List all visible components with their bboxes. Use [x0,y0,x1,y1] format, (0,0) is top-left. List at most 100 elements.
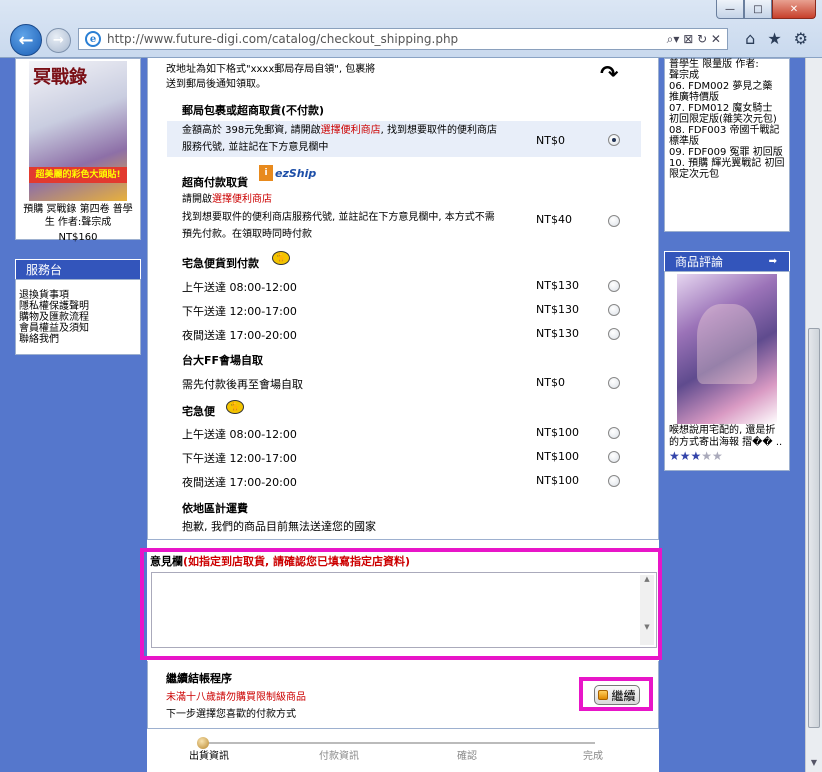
home-icon[interactable]: ⌂ [745,29,755,48]
address-bar[interactable]: e http://www.future-digi.com/catalog/che… [78,28,728,50]
cod-morning-label: 上午送達 08:00-12:00 [182,281,297,294]
cod-morning-radio[interactable] [608,280,620,292]
list-item[interactable]: 06. FDM002 夢見之藥 推廣特價版 [669,81,785,103]
tqb-afternoon-radio[interactable] [608,451,620,463]
continue-title: 繼續結帳程序 [166,672,232,685]
cod-evening-price: NT$130 [536,327,579,340]
arrow-left-icon: ← [18,29,34,51]
shipping-methods-box: 改地址為如下格式"xxxx郵局存局自領", 包裹將 送到郵局後通知領取。 ↷ 郵… [147,58,659,540]
forward-button[interactable]: → [46,28,71,53]
post-office-radio[interactable] [608,134,620,146]
black-cat-logo-icon: 🐈 [226,400,244,414]
curved-arrow-icon: ↷ [600,62,619,87]
review-product-image[interactable] [677,274,777,424]
cod-title: 宅急便貨到付款 [182,257,259,270]
star-on-icon: ★★★ [669,449,702,463]
ff-pickup-price: NT$0 [536,376,565,389]
right-sidebar: 普學生 限量版 作者: 聲宗成 06. FDM002 夢見之藥 推廣特價版 07… [664,58,790,471]
close-button[interactable]: ✕ [772,0,816,19]
window-controls: — □ ✕ [716,0,816,19]
list-item[interactable]: 07. FDM012 魔女騎士 初回限定版(雜笑次元包) [669,103,785,125]
cod-afternoon-label: 下午送達 12:00-17:00 [182,305,297,318]
next-step-text: 下一步選擇您喜歡的付款方式 [166,709,296,720]
post-office-title: 郵局包裹或超商取貨(不付款) [182,104,325,117]
review-text[interactable]: 喉想說用宅配的, 還是折的方式寄出海報 摺�� .. [669,425,785,449]
cod-afternoon-price: NT$130 [536,303,579,316]
service-link-contact[interactable]: 聯絡我們 [19,334,137,345]
black-cat-logo-icon: 🐈 [272,251,290,265]
page-scrollbar[interactable]: ▼ [805,58,822,772]
service-header: 服務台 [15,259,141,279]
page-viewport: 冥戰錄 超美麗的彩色大頭貼! 預購 冥戰錄 第四卷 普學生 作者:聲宗成 NT$… [0,58,805,772]
rating-stars: ★★★★★ [669,449,785,463]
list-item[interactable]: 08. FDF003 帝國千戰記 標準版 [669,125,785,147]
scroll-down-arrow-icon[interactable]: ▼ [808,758,820,770]
cod-evening-label: 夜間送達 17:00-20:00 [182,329,297,342]
gear-icon[interactable]: ⚙ [794,29,808,48]
star-off-icon: ★★ [701,449,723,463]
service-link-purchase-flow[interactable]: 購物及匯款流程 [19,312,137,323]
notes-highlight-frame [140,548,662,660]
post-office-desc: 金額高於 398元免郵資, 請開啟選擇便利商店, 找到想要取件的便利商店 服務代… [182,125,497,153]
maximize-button[interactable]: □ [744,0,772,19]
cover-title: 冥戰錄 [33,67,87,88]
service-link-returns[interactable]: 退換貨事項 [19,290,137,301]
ie-logo-icon: e [85,31,101,47]
intro-text: 改地址為如下格式"xxxx郵局存局自領", 包裹將 送到郵局後通知領取。 [166,64,376,90]
review-box: 喉想說用宅配的, 還是折的方式寄出海報 摺�� .. ★★★★★ [664,271,790,471]
post-office-price: NT$0 [536,134,565,147]
step-complete: 完成 [583,751,603,762]
cvs-link-line: 請開啟選擇便利商店 [182,194,272,205]
url-text: http://www.future-digi.com/catalog/check… [107,32,459,46]
cvs-radio[interactable] [608,215,620,227]
cover-band: 超美麗的彩色大頭貼! [29,167,127,183]
book-cover-image[interactable]: 冥戰錄 超美麗的彩色大頭貼! [29,61,127,201]
tqb-afternoon-label: 下午送達 12:00-17:00 [182,452,297,465]
select-store-link[interactable]: 選擇便利商店 [321,125,381,136]
continue-highlight-frame [579,677,653,711]
review-header: 商品評論 ➡ [664,251,790,271]
tqb-title: 宅急便 [182,405,215,418]
list-item[interactable]: 普學生 限量版 作者: [669,59,785,70]
service-link-member-rights[interactable]: 會員權益及須知 [19,323,137,334]
ff-pickup-radio[interactable] [608,377,620,389]
scrollbar-thumb[interactable] [808,328,820,728]
list-item[interactable]: 09. FDF009 冤罪 初回版 [669,147,785,158]
service-links: 退換貨事項 隱私權保護聲明 購物及匯款流程 會員權益及須知 聯絡我們 [15,279,141,355]
tqb-morning-label: 上午送達 08:00-12:00 [182,428,297,441]
tqb-morning-price: NT$100 [536,426,579,439]
back-button[interactable]: ← [10,24,42,56]
list-item[interactable]: 10. 預購 輝光翼戰記 初回限定次元包 [669,158,785,180]
checkout-main: 改地址為如下格式"xxxx郵局存局自領", 包裹將 送到郵局後通知領取。 ↷ 郵… [140,58,662,772]
cod-evening-radio[interactable] [608,328,620,340]
cvs-select-store-link[interactable]: 選擇便利商店 [212,194,272,205]
arrow-right-icon[interactable]: ➡ [769,252,777,272]
browser-toolbar: — □ ✕ ← → e http://www.future-digi.com/c… [0,0,822,58]
minimize-button[interactable]: — [716,0,744,19]
progress-line [205,742,595,744]
checkout-progress: 出貨資訊 付款資訊 確認 完成 [147,732,659,772]
cod-afternoon-radio[interactable] [608,304,620,316]
step-payment: 付款資訊 [319,751,359,762]
region-title: 依地區計運費 [182,502,248,515]
book-price: NT$160 [58,232,98,243]
tqb-afternoon-price: NT$100 [536,450,579,463]
tqb-evening-price: NT$100 [536,474,579,487]
tqb-evening-radio[interactable] [608,475,620,487]
address-tools[interactable]: ⌕▾ ⊠ ↻ ✕ [667,32,727,47]
cvs-desc: 找到想要取件的便利商店服務代號, 並註記在下方意見欄中, 本方式不需 預先付款。… [182,212,495,240]
browser-right-tools: ⌂ ★ ⚙ [745,29,808,48]
featured-book-box: 冥戰錄 超美麗的彩色大頭貼! 預購 冥戰錄 第四卷 普學生 作者:聲宗成 NT$… [15,58,141,243]
ff-pickup-desc: 需先付款後再至會場自取 [182,378,303,391]
tqb-morning-radio[interactable] [608,427,620,439]
list-item[interactable]: 聲宗成 [669,70,785,81]
service-link-privacy[interactable]: 隱私權保護聲明 [19,301,137,312]
ff-pickup-title: 台大FF會場自取 [182,354,264,367]
age-warning: 未滿十八歲請勿購買限制級商品 [166,692,306,703]
book-caption-link[interactable]: 預購 冥戰錄 第四卷 普學生 作者:聲宗成 [20,203,136,229]
step-confirm: 確認 [457,751,477,762]
step-shipping: 出貨資訊 [189,751,229,762]
cvs-pay-title: 超商付款取貨 [182,176,248,189]
favorites-star-icon[interactable]: ★ [767,29,781,48]
cod-morning-price: NT$130 [536,279,579,292]
